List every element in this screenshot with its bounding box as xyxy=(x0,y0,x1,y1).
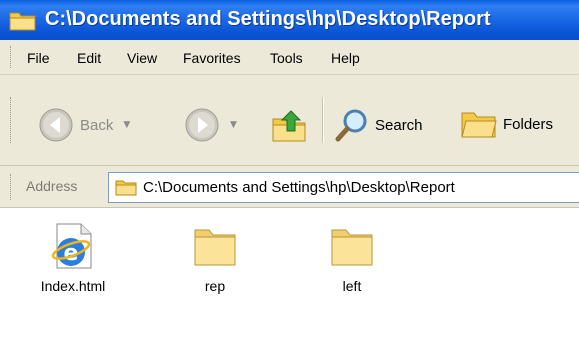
menu-tools[interactable]: Tools xyxy=(270,50,303,66)
file-list-pane: e Index.html rep left xyxy=(0,208,579,338)
folders-label: Folders xyxy=(503,115,554,133)
menu-view[interactable]: View xyxy=(127,50,157,66)
forward-button[interactable]: ▼ xyxy=(184,107,237,143)
address-label: Address xyxy=(26,178,78,194)
address-field[interactable]: C:\Documents and Settings\hp\Desktop\Rep… xyxy=(108,172,579,203)
menu-bar: File Edit View Favorites Tools Help xyxy=(0,40,579,75)
folder-item-left[interactable]: left xyxy=(307,222,397,294)
folder-icon xyxy=(331,229,373,266)
toolbar-grip[interactable] xyxy=(10,97,14,143)
title-bar[interactable]: C:\Documents and Settings\hp\Desktop\Rep… xyxy=(0,0,579,40)
search-icon xyxy=(335,109,367,142)
window-title: C:\Documents and Settings\hp\Desktop\Rep… xyxy=(45,8,491,30)
up-folder-button[interactable] xyxy=(270,107,308,145)
folders-icon xyxy=(461,112,497,138)
toolbar-separator xyxy=(322,97,323,143)
folder-item-rep[interactable]: rep xyxy=(170,222,260,294)
standard-toolbar: Back ▼ ▼ Search Folders xyxy=(0,75,579,166)
folders-button[interactable]: Folders xyxy=(460,107,553,141)
back-label: Back xyxy=(80,116,114,134)
back-arrow-icon xyxy=(39,108,73,142)
folder-icon xyxy=(115,180,137,196)
search-label: Search xyxy=(375,116,423,134)
menu-favorites[interactable]: Favorites xyxy=(183,50,241,66)
back-button[interactable]: Back ▼ xyxy=(38,107,130,143)
search-button[interactable]: Search xyxy=(334,107,423,143)
forward-dropdown-icon[interactable]: ▼ xyxy=(230,120,237,130)
ie-html-icon: e xyxy=(51,223,92,269)
folder-icon xyxy=(9,12,36,31)
folder-icon xyxy=(194,229,236,266)
file-name: Index.html xyxy=(40,278,106,294)
toolbar-grip[interactable] xyxy=(10,46,14,68)
back-dropdown-icon[interactable]: ▼ xyxy=(123,120,130,130)
file-item-index[interactable]: e Index.html xyxy=(28,222,118,294)
menu-file[interactable]: File xyxy=(27,50,50,66)
address-bar: Address C:\Documents and Settings\hp\Des… xyxy=(0,166,579,208)
menu-help[interactable]: Help xyxy=(331,50,360,66)
address-value: C:\Documents and Settings\hp\Desktop\Rep… xyxy=(143,179,455,196)
forward-arrow-icon xyxy=(185,108,219,142)
menu-edit[interactable]: Edit xyxy=(77,50,101,66)
file-name: left xyxy=(342,278,362,294)
toolbar-grip[interactable] xyxy=(10,174,14,200)
file-name: rep xyxy=(204,278,226,294)
up-folder-icon xyxy=(272,110,306,142)
